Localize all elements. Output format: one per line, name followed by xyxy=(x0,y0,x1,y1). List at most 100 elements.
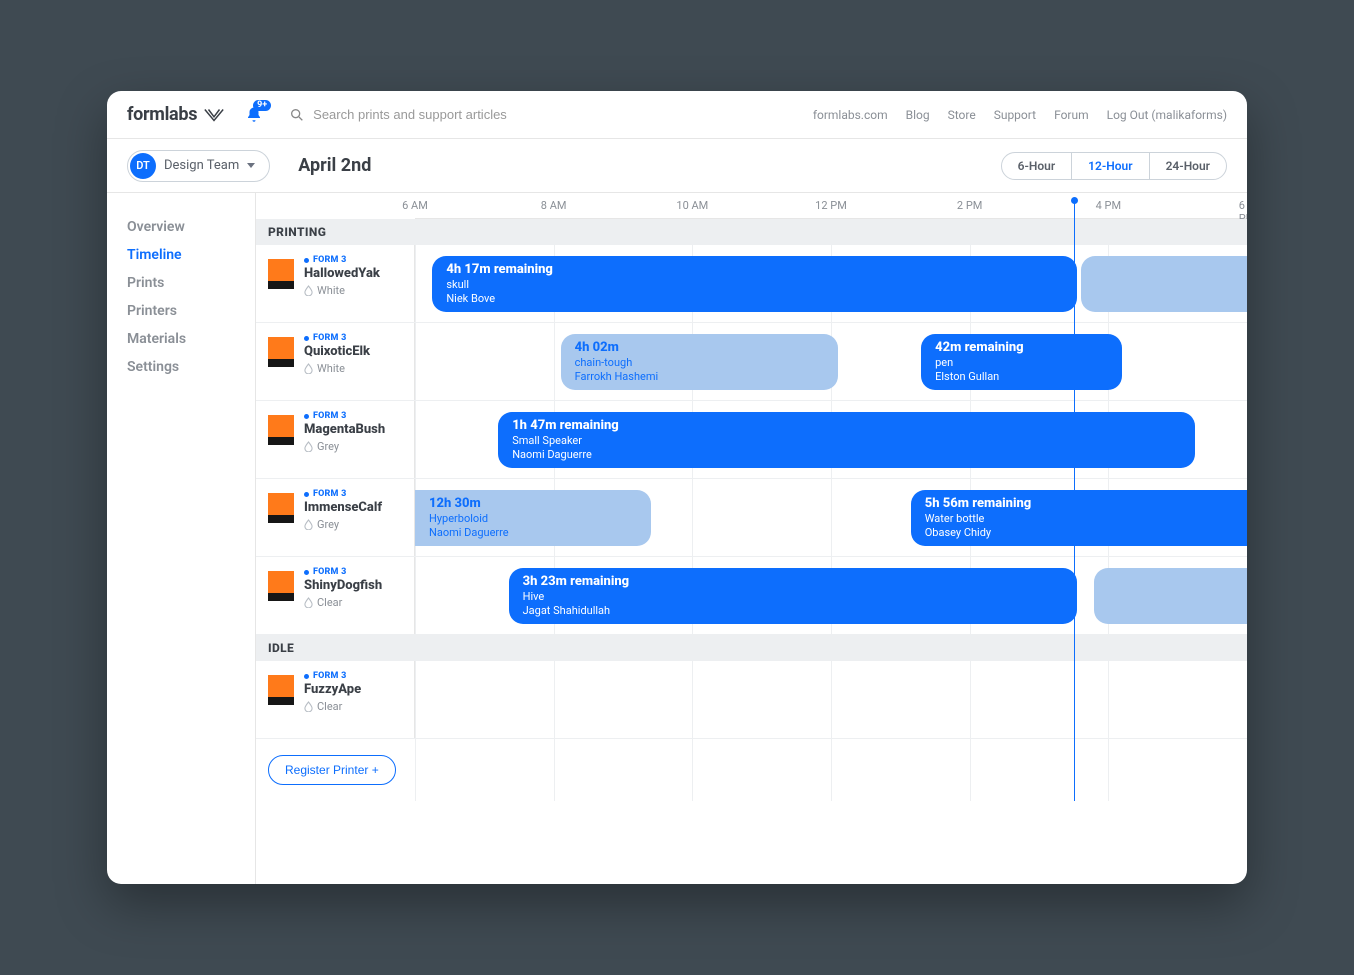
printer-model: FORM 3 xyxy=(304,255,380,265)
sidebar-item-timeline[interactable]: Timeline xyxy=(127,241,255,269)
printer-label[interactable]: FORM 3FuzzyApeClear xyxy=(256,661,415,738)
register-row: Register Printer + xyxy=(256,739,1247,801)
hour-label: 12 PM xyxy=(815,199,847,212)
nav-forum[interactable]: Forum xyxy=(1054,108,1089,122)
job-file: skull xyxy=(446,278,1063,292)
topnav: formlabs.com Blog Store Support Forum Lo… xyxy=(813,108,1227,122)
job-title: 5h 56m remaining xyxy=(925,496,1233,511)
printer-model: FORM 3 xyxy=(304,333,370,343)
job-user: Jagat Shahidullah xyxy=(523,604,1064,618)
nav-store[interactable]: Store xyxy=(948,108,976,122)
subheader: DT Design Team April 2nd 6-Hour 12-Hour … xyxy=(107,139,1247,193)
job-title: 12h 30m xyxy=(429,496,637,511)
job-user: Obasey Chidy xyxy=(925,526,1233,540)
sidebar-item-prints[interactable]: Prints xyxy=(127,269,255,297)
job-bar[interactable]: 4h 17m remainingskullNiek Bove xyxy=(432,256,1077,312)
brand-logo[interactable]: formlabs xyxy=(127,104,225,125)
printer-material: Grey xyxy=(304,518,382,531)
team-selector[interactable]: DT Design Team xyxy=(127,150,270,182)
printer-row: FORM 3HallowedYak White 4h 17m remainingsk… xyxy=(256,245,1247,323)
printer-material: White xyxy=(304,284,380,297)
hour-label: 10 AM xyxy=(676,199,708,212)
row-track xyxy=(415,661,1247,738)
printer-material: Clear xyxy=(304,596,382,609)
brand-wing-icon xyxy=(203,106,225,124)
sidebar-item-materials[interactable]: Materials xyxy=(127,325,255,353)
printer-label[interactable]: FORM 3ShinyDogfish Clear xyxy=(256,557,415,634)
row-track: 3h 23m remainingHiveJagat Shahidullah xyxy=(415,557,1247,634)
sidebar: Overview Timeline Prints Printers Materi… xyxy=(107,193,255,884)
job-title: 4h 02m xyxy=(575,340,824,355)
nav-blog[interactable]: Blog xyxy=(906,108,930,122)
hour-label: 8 AM xyxy=(541,199,567,212)
printer-model: FORM 3 xyxy=(304,489,382,499)
range-12h[interactable]: 12-Hour xyxy=(1072,153,1149,179)
timeline-main: 6 AM8 AM10 AM12 PM2 PM4 PM6 PM PRINTING … xyxy=(255,193,1247,884)
printer-icon xyxy=(268,415,294,445)
job-bar[interactable]: 12h 30mHyperboloidNaomi Daguerre xyxy=(415,490,651,546)
printer-material: Grey xyxy=(304,440,385,453)
printer-model: FORM 3 xyxy=(304,411,385,421)
nav-support[interactable]: Support xyxy=(994,108,1036,122)
job-user: Niek Bove xyxy=(446,292,1063,306)
body: Overview Timeline Prints Printers Materi… xyxy=(107,193,1247,884)
notif-badge: 9+ xyxy=(253,100,271,111)
nav-logout[interactable]: Log Out (malikaforms) xyxy=(1107,108,1227,122)
printer-label[interactable]: FORM 3ImmenseCalfGrey xyxy=(256,479,415,556)
row-track: 1h 47m remainingSmall SpeakerNaomi Dague… xyxy=(415,401,1247,478)
job-user: Farrokh Hashemi xyxy=(575,370,824,384)
printer-icon xyxy=(268,259,294,289)
printer-label[interactable]: FORM 3HallowedYak White xyxy=(256,245,415,322)
team-name: Design Team xyxy=(164,158,239,173)
job-bar[interactable] xyxy=(1094,568,1247,624)
search[interactable] xyxy=(289,107,569,123)
printer-name: QuixoticElk xyxy=(304,344,370,359)
hour-label: 6 AM xyxy=(402,199,428,212)
search-icon xyxy=(289,107,305,123)
printer-name: ShinyDogfish xyxy=(304,578,382,593)
sidebar-item-overview[interactable]: Overview xyxy=(127,213,255,241)
printer-material: White xyxy=(304,362,370,375)
timeline-body: PRINTING FORM 3HallowedYakWhite4h 17m re… xyxy=(256,219,1247,801)
row-track: 4h 17m remainingskullNiek Bove xyxy=(415,245,1247,322)
job-bar[interactable]: 5h 56m remainingWater bottleObasey Chidy xyxy=(911,490,1247,546)
team-avatar: DT xyxy=(130,153,156,179)
hour-label: 4 PM xyxy=(1096,199,1121,212)
range-6h[interactable]: 6-Hour xyxy=(1002,153,1073,179)
job-user: Elston Gullan xyxy=(935,370,1108,384)
job-file: Hyperboloid xyxy=(429,512,637,526)
section-idle: IDLE xyxy=(256,635,1247,661)
printer-model: FORM 3 xyxy=(304,671,361,681)
job-file: Hive xyxy=(523,590,1064,604)
job-bar[interactable]: 1h 47m remainingSmall SpeakerNaomi Dague… xyxy=(498,412,1195,468)
app-window: formlabs 9+ formlabs.com Blog Store Supp… xyxy=(107,91,1247,884)
job-title: 1h 47m remaining xyxy=(512,418,1181,433)
job-title: 3h 23m remaining xyxy=(523,574,1064,589)
section-printing: PRINTING xyxy=(256,219,1247,245)
nav-site[interactable]: formlabs.com xyxy=(813,108,888,122)
range-24h[interactable]: 24-Hour xyxy=(1150,153,1226,179)
job-bar[interactable]: 3h 23m remainingHiveJagat Shahidullah xyxy=(509,568,1078,624)
printer-model: FORM 3 xyxy=(304,567,382,577)
job-bar[interactable] xyxy=(1081,256,1247,312)
sidebar-item-settings[interactable]: Settings xyxy=(127,353,255,381)
printer-label[interactable]: FORM 3QuixoticElk White xyxy=(256,323,415,400)
search-input[interactable] xyxy=(313,107,553,122)
job-title: 4h 17m remaining xyxy=(446,262,1063,277)
row-track: 12h 30mHyperboloidNaomi Daguerre 5h 56m r… xyxy=(415,479,1247,556)
job-title: 42m remaining xyxy=(935,340,1108,355)
printer-name: HallowedYak xyxy=(304,266,380,281)
chevron-down-icon xyxy=(247,163,255,168)
time-range-toggle: 6-Hour 12-Hour 24-Hour xyxy=(1001,152,1227,180)
sidebar-item-printers[interactable]: Printers xyxy=(127,297,255,325)
job-bar[interactable]: 4h 02mchain-toughFarrokh Hashemi xyxy=(561,334,838,390)
printer-label[interactable]: FORM 3MagentaBushGrey xyxy=(256,401,415,478)
job-file: Water bottle xyxy=(925,512,1233,526)
notifications-button[interactable]: 9+ xyxy=(243,104,265,126)
job-file: chain-tough xyxy=(575,356,824,370)
job-user: Naomi Daguerre xyxy=(512,448,1181,462)
printer-material: Clear xyxy=(304,700,361,713)
date-title: April 2nd xyxy=(298,155,371,176)
job-bar[interactable]: 42m remainingpenElston Gullan xyxy=(921,334,1122,390)
register-printer-button[interactable]: Register Printer + xyxy=(268,755,396,785)
